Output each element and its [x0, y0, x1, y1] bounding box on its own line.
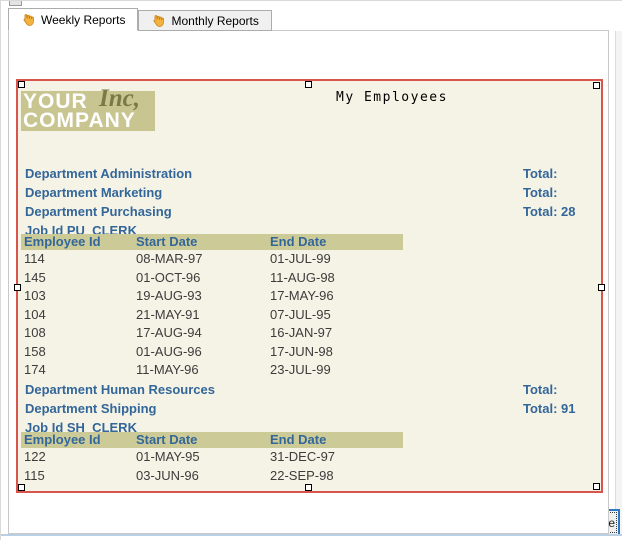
- cell-end-date: 22-SEP-98: [270, 467, 403, 486]
- tab-label: Monthly Reports: [171, 14, 258, 28]
- tab-bar: Weekly Reports Monthly Reports: [8, 8, 272, 31]
- cell-employee-id: 103: [21, 287, 136, 306]
- employee-table: Employee Id Start Date End Date 122 01-M…: [21, 432, 403, 485]
- logo-suffix: Inc,: [99, 85, 140, 113]
- logo-line2: COMPANY: [23, 111, 155, 130]
- tab-monthly-reports[interactable]: Monthly Reports: [138, 10, 271, 31]
- selection-handle-top-right[interactable]: [593, 82, 600, 89]
- department-label: Department Shipping: [25, 401, 156, 416]
- cell-employee-id: 122: [21, 448, 136, 467]
- selection-handle-bottom-left[interactable]: [18, 484, 25, 491]
- table-header-row: Employee Id Start Date End Date: [21, 234, 403, 250]
- cell-start-date: 21-MAY-91: [136, 306, 270, 325]
- cell-employee-id: 158: [21, 343, 136, 362]
- cell-employee-id: 174: [21, 361, 136, 380]
- department-row: Department Human Resources Total:: [25, 380, 587, 399]
- table-row: 122 01-MAY-95 31-DEC-97: [21, 448, 403, 467]
- selection-handle-top-middle[interactable]: [305, 81, 312, 88]
- employee-table: Employee Id Start Date End Date 114 08-M…: [21, 234, 403, 380]
- cell-start-date: 01-AUG-96: [136, 343, 270, 362]
- selection-handle-top-left[interactable]: [18, 81, 25, 88]
- cell-start-date: 19-AUG-93: [136, 287, 270, 306]
- department-row: Department Administration Total:: [25, 164, 587, 183]
- tab-label: Weekly Reports: [41, 13, 125, 27]
- cell-end-date: 31-DEC-97: [270, 448, 403, 467]
- tab-weekly-reports[interactable]: Weekly Reports: [8, 8, 138, 31]
- col-start-date: Start Date: [136, 432, 270, 448]
- hand-icon: [151, 13, 166, 28]
- department-total: Total: 28: [523, 202, 576, 221]
- department-label: Department Administration: [25, 166, 192, 181]
- col-employee-id: Employee Id: [21, 432, 136, 448]
- department-row: Department Marketing Total:: [25, 183, 587, 202]
- cell-end-date: 16-JAN-97: [270, 324, 403, 343]
- table-row: 104 21-MAY-91 07-JUL-95: [21, 306, 403, 325]
- department-total: Total:: [523, 380, 557, 399]
- table-row: 114 08-MAR-97 01-JUL-99: [21, 250, 403, 269]
- cell-employee-id: 104: [21, 306, 136, 325]
- cell-start-date: 17-AUG-94: [136, 324, 270, 343]
- cell-end-date: 07-JUL-95: [270, 306, 403, 325]
- cell-end-date: 17-MAY-96: [270, 287, 403, 306]
- table-header-row: Employee Id Start Date End Date: [21, 432, 403, 448]
- col-end-date: End Date: [270, 432, 403, 448]
- department-total: Total:: [523, 183, 557, 202]
- cell-start-date: 08-MAR-97: [136, 250, 270, 269]
- col-end-date: End Date: [270, 234, 403, 250]
- cell-start-date: 11-MAY-96: [136, 361, 270, 380]
- department-label: Department Marketing: [25, 185, 162, 200]
- department-row: Department Shipping Total: 91: [25, 399, 587, 418]
- selection-handle-middle-left[interactable]: [14, 284, 21, 291]
- department-label: Department Human Resources: [25, 382, 215, 397]
- table-row: 174 11-MAY-96 23-JUL-99: [21, 361, 403, 380]
- table-row: 158 01-AUG-96 17-JUN-98: [21, 343, 403, 362]
- vertical-scrollbar-track[interactable]: [615, 31, 622, 534]
- table-row: 108 17-AUG-94 16-JAN-97: [21, 324, 403, 343]
- cell-start-date: 03-JUN-96: [136, 467, 270, 486]
- cell-end-date: 01-JUL-99: [270, 250, 403, 269]
- cell-end-date: 17-JUN-98: [270, 343, 403, 362]
- app-window: Weekly Reports Monthly Reports YOUR COMP…: [0, 0, 622, 540]
- selection-handle-bottom-right[interactable]: [593, 483, 600, 490]
- company-logo: YOUR COMPANY Inc,: [21, 91, 155, 131]
- cell-end-date: 11-AUG-98: [270, 269, 403, 288]
- window-bottom-edge: [1, 534, 622, 536]
- report-title: My Employees: [336, 90, 448, 105]
- hand-icon: [21, 12, 36, 27]
- department-total: Total:: [523, 164, 557, 183]
- window-edge-stub: [9, 1, 22, 6]
- selection-handle-bottom-middle[interactable]: [305, 484, 312, 491]
- department-label: Department Purchasing: [25, 204, 172, 219]
- col-employee-id: Employee Id: [21, 234, 136, 250]
- report-frame[interactable]: YOUR COMPANY Inc, My Employees Departmen…: [16, 79, 603, 493]
- cell-end-date: 23-JUL-99: [270, 361, 403, 380]
- department-total: Total: 91: [523, 399, 576, 418]
- cell-employee-id: 108: [21, 324, 136, 343]
- table-row: 103 19-AUG-93 17-MAY-96: [21, 287, 403, 306]
- cell-employee-id: 145: [21, 269, 136, 288]
- cell-start-date: 01-MAY-95: [136, 448, 270, 467]
- cell-employee-id: 114: [21, 250, 136, 269]
- col-start-date: Start Date: [136, 234, 270, 250]
- cell-employee-id: 115: [21, 467, 136, 486]
- cell-start-date: 01-OCT-96: [136, 269, 270, 288]
- department-row: Department Purchasing Total: 28: [25, 202, 587, 221]
- table-row: 145 01-OCT-96 11-AUG-98: [21, 269, 403, 288]
- selection-handle-middle-right[interactable]: [598, 284, 605, 291]
- table-row: 115 03-JUN-96 22-SEP-98: [21, 467, 403, 486]
